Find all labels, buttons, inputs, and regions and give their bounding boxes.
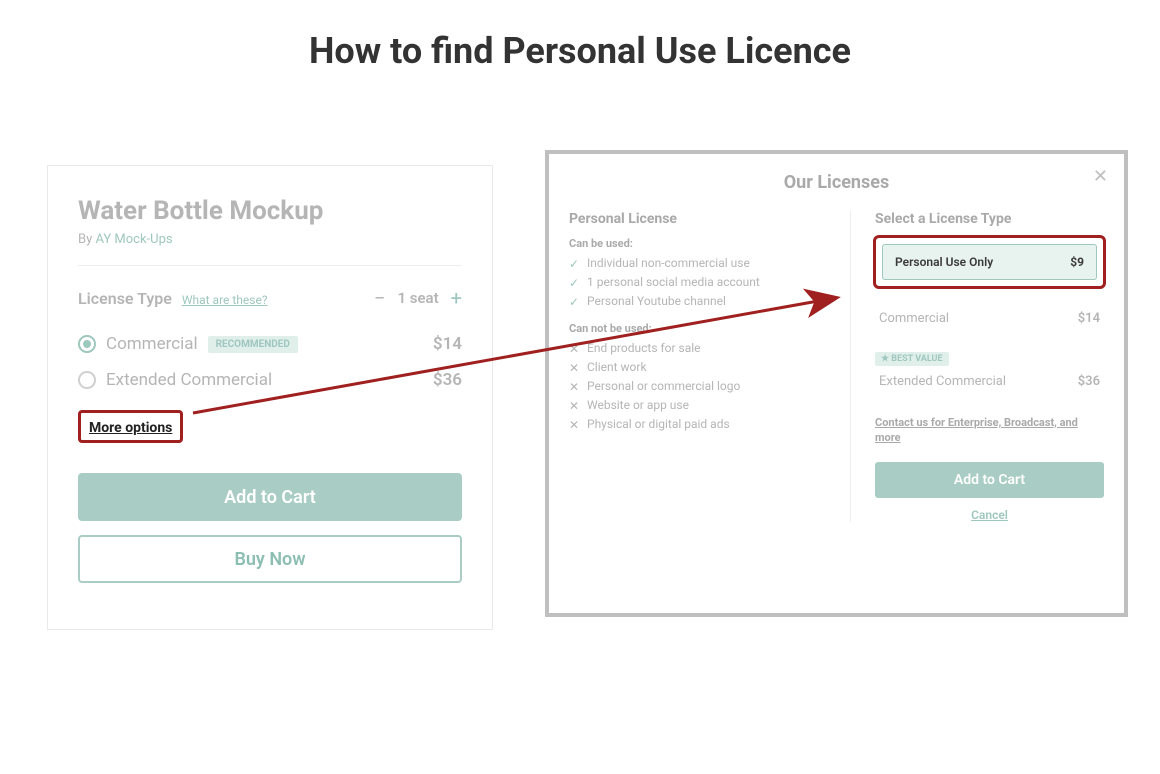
check-icon: ✓ (569, 295, 579, 309)
license-option-commercial[interactable]: Commercial $14 (875, 305, 1104, 332)
license-option-extended[interactable]: Extended Commercial $36 (875, 368, 1104, 395)
x-icon: ✕ (569, 361, 579, 375)
license-option-personal[interactable]: Personal Use Only $9 (882, 244, 1097, 280)
extended-label: Extended Commercial (879, 374, 1006, 389)
product-title: Water Bottle Mockup (78, 196, 462, 226)
list-item: ✕Website or app use (569, 398, 824, 412)
x-icon: ✕ (569, 418, 579, 432)
seat-minus-button[interactable]: − (374, 288, 385, 308)
modal-add-to-cart-button[interactable]: Add to Cart (875, 462, 1104, 498)
license-option-extended[interactable]: Extended Commercial $36 (78, 362, 462, 398)
personal-use-label: Personal Use Only (895, 255, 993, 269)
commercial-label: Commercial (106, 334, 198, 354)
license-details-column: Personal License Can be used: ✓Individua… (569, 211, 824, 522)
list-item: ✕Physical or digital paid ads (569, 417, 824, 431)
extended-price: $36 (1078, 374, 1100, 389)
x-icon: ✕ (569, 399, 579, 413)
add-to-cart-button[interactable]: Add to Cart (78, 473, 462, 521)
what-are-these-link[interactable]: What are these? (182, 293, 268, 307)
list-item: ✓1 personal social media account (569, 275, 824, 289)
list-item: ✓Individual non-commercial use (569, 256, 824, 270)
modal-title: Our Licenses (569, 172, 1104, 193)
check-icon: ✓ (569, 276, 579, 290)
close-icon[interactable]: ✕ (1093, 166, 1108, 187)
best-value-badge: ★ BEST VALUE (875, 352, 949, 366)
personal-license-heading: Personal License (569, 211, 824, 227)
list-item: ✕Client work (569, 360, 824, 374)
select-license-heading: Select a License Type (875, 211, 1104, 227)
seat-stepper: − 1 seat + (374, 288, 462, 308)
seat-value: 1 seat (397, 289, 438, 307)
can-be-used-label: Can be used: (569, 237, 824, 250)
personal-use-price: $9 (1070, 255, 1084, 269)
list-item: ✕Personal or commercial logo (569, 379, 824, 393)
x-icon: ✕ (569, 342, 579, 356)
license-option-commercial[interactable]: Commercial RECOMMENDED $14 (78, 326, 462, 362)
seat-plus-button[interactable]: + (451, 288, 462, 308)
cancel-link[interactable]: Cancel (875, 508, 1104, 522)
license-select-column: Select a License Type Personal Use Only … (850, 211, 1104, 522)
extended-label: Extended Commercial (106, 370, 272, 390)
product-card: Water Bottle Mockup By AY Mock-Ups Licen… (47, 165, 493, 630)
recommended-badge: RECOMMENDED (208, 336, 298, 353)
cannot-be-used-label: Can not be used: (569, 322, 824, 335)
personal-use-highlight: Personal Use Only $9 (873, 235, 1106, 289)
list-item: ✕End products for sale (569, 341, 824, 355)
list-item: ✓Personal Youtube channel (569, 294, 824, 308)
check-icon: ✓ (569, 257, 579, 271)
divider (78, 265, 462, 266)
author-link[interactable]: AY Mock-Ups (95, 232, 172, 247)
more-options-link[interactable]: More options (89, 420, 172, 436)
radio-selected-icon (78, 335, 96, 353)
more-options-highlight: More options (78, 410, 183, 443)
contact-enterprise-link[interactable]: Contact us for Enterprise, Broadcast, an… (875, 415, 1104, 446)
byline: By AY Mock-Ups (78, 232, 462, 247)
commercial-price: $14 (1078, 311, 1100, 326)
x-icon: ✕ (569, 380, 579, 394)
by-prefix: By (78, 232, 95, 247)
commercial-label: Commercial (879, 311, 949, 326)
page-title: How to find Personal Use Licence (0, 30, 1160, 72)
licenses-modal: ✕ Our Licenses Personal License Can be u… (545, 150, 1128, 617)
license-type-label: License Type (78, 289, 172, 308)
buy-now-button[interactable]: Buy Now (78, 535, 462, 583)
extended-price: $36 (433, 370, 462, 390)
commercial-price: $14 (433, 334, 462, 354)
radio-unselected-icon (78, 371, 96, 389)
